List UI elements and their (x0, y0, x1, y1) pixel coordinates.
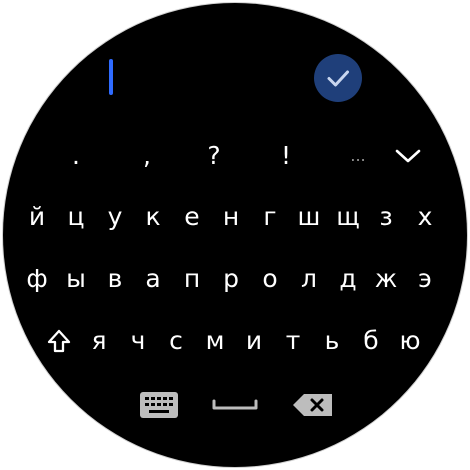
letter-key[interactable]: х (408, 197, 442, 237)
backspace-icon (293, 394, 332, 416)
letter-key[interactable]: ш (292, 197, 326, 237)
letter-key[interactable]: м (198, 321, 232, 361)
backspace-key[interactable] (289, 387, 337, 423)
letter-key[interactable]: а (136, 259, 170, 299)
chevron-down-icon (395, 149, 421, 163)
letter-key[interactable]: ц (59, 197, 93, 237)
keyboard-icon (140, 392, 178, 418)
letter-key[interactable]: я (82, 321, 116, 361)
letter-key[interactable]: н (214, 197, 248, 237)
key-exclamation[interactable]: ! (269, 136, 303, 176)
letter-key[interactable]: е (175, 197, 209, 237)
letter-key[interactable]: у (98, 197, 132, 237)
key-row-3: я ч с м и т ь б ю (3, 321, 467, 361)
letter-key[interactable]: к (136, 197, 170, 237)
letter-key[interactable]: ь (315, 321, 349, 361)
key-row-1: й ц у к е н г ш щ з х (3, 197, 467, 237)
letter-key[interactable]: ж (369, 259, 403, 299)
key-row-2: ф ы в а п р о л д ж э (3, 259, 467, 299)
key-period[interactable]: . (59, 136, 93, 176)
key-comma[interactable]: , (130, 136, 164, 176)
letter-key[interactable]: о (253, 259, 287, 299)
text-cursor (109, 59, 113, 95)
letter-key[interactable]: п (175, 259, 209, 299)
letter-key[interactable]: ч (121, 321, 155, 361)
letter-key[interactable]: т (276, 321, 310, 361)
letter-key[interactable]: л (292, 259, 326, 299)
letter-key[interactable]: г (253, 197, 287, 237)
collapse-keyboard-button[interactable] (391, 136, 425, 176)
space-bar-icon (212, 399, 258, 410)
letter-key[interactable]: с (159, 321, 193, 361)
letter-key[interactable]: ю (393, 321, 427, 361)
letter-key[interactable]: в (98, 259, 132, 299)
letter-key[interactable]: й (20, 197, 54, 237)
letter-key[interactable]: з (369, 197, 403, 237)
letter-key[interactable]: ф (20, 259, 54, 299)
shift-arrow-icon (47, 329, 71, 353)
key-question[interactable]: ? (197, 136, 231, 176)
keyboard-switch-button[interactable] (136, 387, 182, 423)
letter-key[interactable]: ы (59, 259, 93, 299)
letter-key[interactable]: р (214, 259, 248, 299)
watch-screen: . , ? ! ... й ц у к е н г ш щ з х ф ы в … (3, 3, 467, 467)
letter-key[interactable]: э (408, 259, 442, 299)
confirm-button[interactable] (314, 54, 362, 102)
key-ellipsis[interactable]: ... (333, 136, 383, 176)
letter-key[interactable]: щ (331, 197, 365, 237)
checkmark-icon (314, 54, 362, 102)
space-key[interactable] (207, 387, 263, 423)
shift-key[interactable] (43, 321, 75, 361)
letter-key[interactable]: и (237, 321, 271, 361)
letter-key[interactable]: б (354, 321, 388, 361)
letter-key[interactable]: д (331, 259, 365, 299)
punctuation-row: . , ? ! ... (3, 136, 467, 176)
